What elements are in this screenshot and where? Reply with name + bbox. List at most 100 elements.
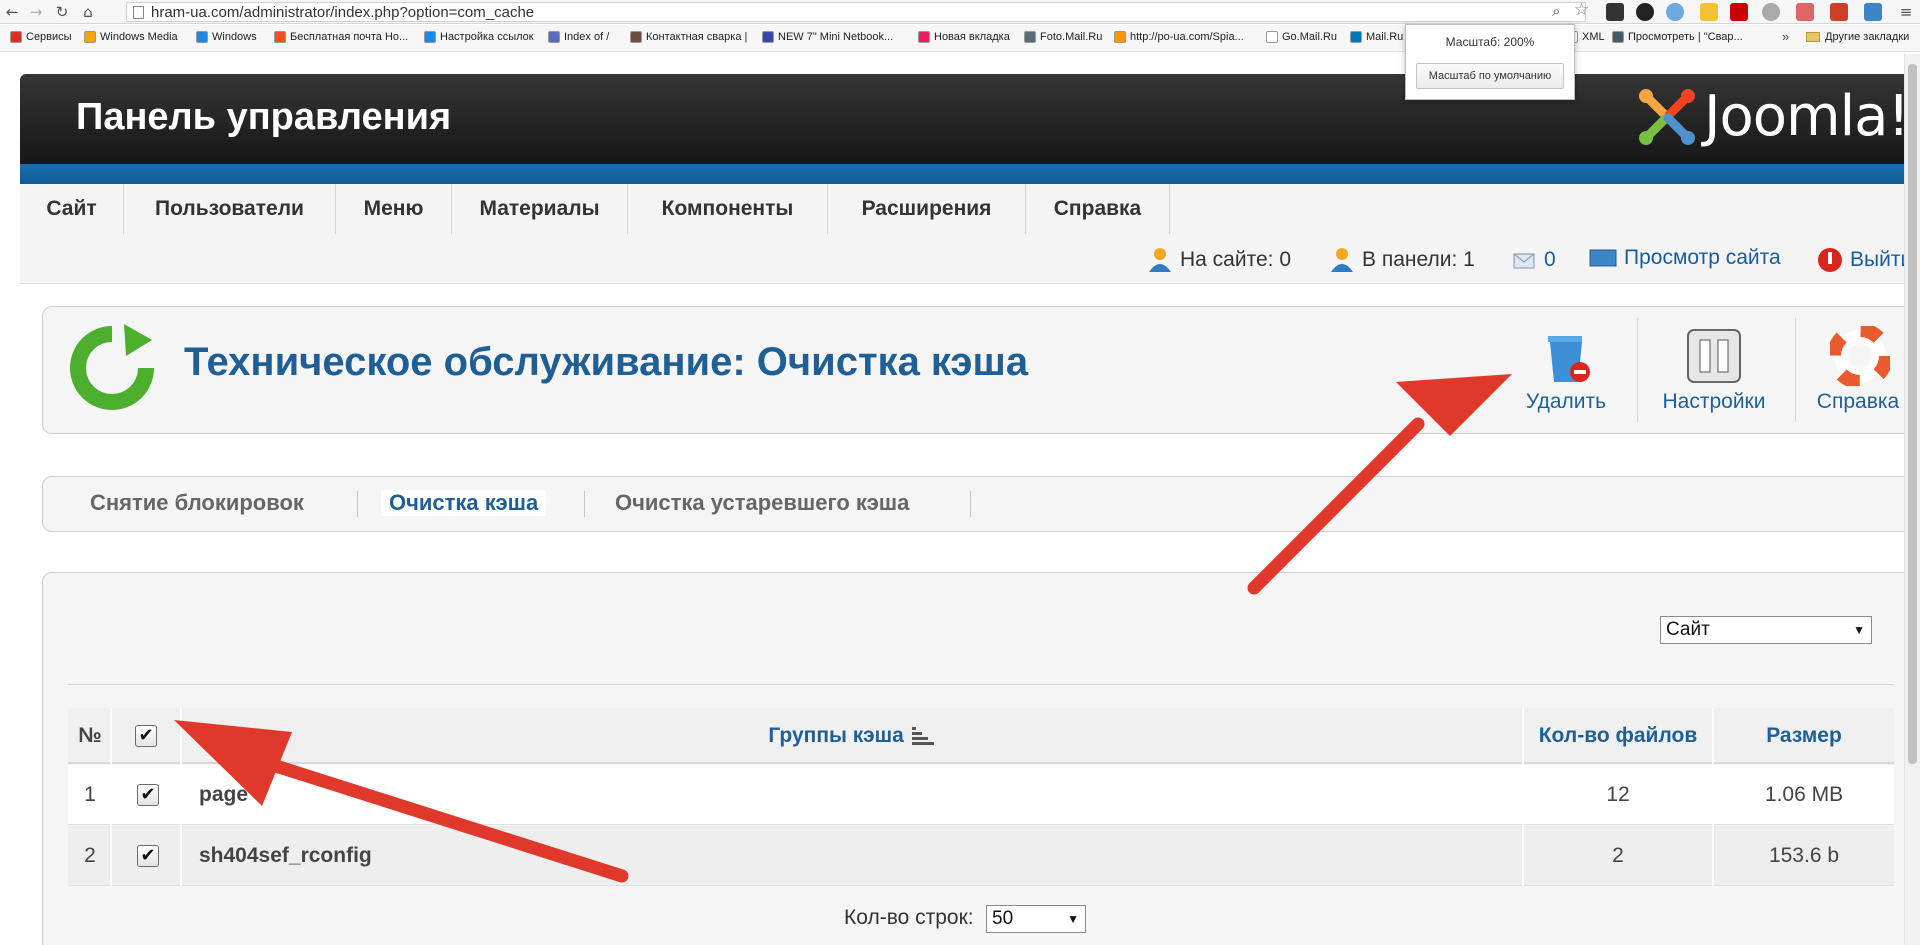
menu-item-site[interactable]: Сайт <box>20 184 124 234</box>
column-header-number: № <box>78 724 102 747</box>
extension-icon[interactable] <box>1864 3 1882 21</box>
bookmark-favicon-icon <box>918 31 930 43</box>
folder-icon <box>1806 32 1820 42</box>
bookmark-item[interactable]: NEW 7" Mini Netbook... <box>762 31 893 43</box>
menu-item-help[interactable]: Справка <box>1026 184 1170 234</box>
refresh-icon <box>70 324 154 410</box>
bookmark-favicon-icon <box>1024 31 1036 43</box>
bookmark-label: Index of / <box>564 31 610 43</box>
column-header-size[interactable]: Размер <box>1714 708 1894 764</box>
tab-clear-cache[interactable]: Очистка кэша <box>381 490 547 516</box>
bookmark-item[interactable]: Контактная сварка | <box>630 31 747 43</box>
menu-icon[interactable]: ≡ <box>1896 2 1916 22</box>
header-stripe <box>20 164 1920 184</box>
zoom-icon[interactable]: ⌕ <box>1552 2 1560 20</box>
help-button[interactable]: Справка <box>1810 320 1906 420</box>
menu-item-components[interactable]: Компоненты <box>628 184 828 234</box>
page-icon <box>133 6 144 19</box>
logout-link[interactable]: Выйти <box>1816 246 1912 274</box>
submenu-divider <box>970 491 971 517</box>
envelope-icon <box>1513 253 1535 269</box>
submenu-divider <box>357 491 358 517</box>
column-divider <box>1522 708 1524 886</box>
menu-item-users[interactable]: Пользователи <box>124 184 336 234</box>
gear-icon[interactable] <box>1636 3 1654 21</box>
admin-user-icon <box>1331 248 1353 272</box>
check-all-checkbox[interactable]: ✔ <box>135 725 157 747</box>
extension-icon[interactable] <box>1700 3 1718 21</box>
settings-button[interactable]: Настройки <box>1654 320 1774 420</box>
delete-button[interactable]: Удалить <box>1512 320 1620 420</box>
column-divider <box>1712 708 1714 886</box>
reset-zoom-button[interactable]: Масштаб по умолчанию <box>1416 63 1564 89</box>
messages-link[interactable]: 0 <box>1510 246 1556 274</box>
page-scrollbar[interactable] <box>1904 54 1920 945</box>
status-bar: На сайте: 0 В панели: 1 0 Просмотр сайта… <box>20 234 1920 284</box>
users-online-label: На сайте: 0 <box>1180 248 1291 271</box>
bookmarks-overflow-button[interactable]: » <box>1782 29 1789 44</box>
menu-item-extensions[interactable]: Расширения <box>828 184 1026 234</box>
bookmark-item[interactable]: Бесплатная почта Ho... <box>274 31 408 43</box>
rows-per-page-value: 50 <box>992 908 1014 929</box>
bookmark-label: Сервисы <box>26 31 72 43</box>
file-count: 2 <box>1612 844 1624 867</box>
column-header-group[interactable]: Группы кэша <box>182 708 1522 764</box>
bookmark-item[interactable]: Сервисы <box>10 31 72 43</box>
row-checkbox[interactable]: ✔ <box>137 845 159 867</box>
scrollbar-thumb[interactable] <box>1908 64 1917 764</box>
browser-window: ← → ↻ ⌂ hram-ua.com/administrator/index.… <box>0 0 1920 945</box>
cache-size: 1.06 MB <box>1764 783 1844 806</box>
extension-icon[interactable] <box>1762 3 1780 21</box>
messages-count: 0 <box>1544 248 1556 271</box>
bookmark-item[interactable]: Windows <box>196 31 257 43</box>
menu-item-content[interactable]: Материалы <box>452 184 628 234</box>
other-bookmarks[interactable]: Другие закладки <box>1806 31 1909 43</box>
address-bar[interactable]: hram-ua.com/administrator/index.php?opti… <box>126 2 1586 22</box>
bookmark-label: Windows Media <box>100 31 178 43</box>
client-select[interactable]: Сайт ▼ <box>1660 616 1872 644</box>
bookmark-favicon-icon <box>1612 31 1624 43</box>
sort-icon <box>911 727 934 745</box>
back-icon[interactable]: ← <box>2 2 22 22</box>
bookmark-item[interactable]: Новая вкладка <box>918 31 1010 43</box>
toolbar-divider <box>1637 318 1638 422</box>
bookmark-item[interactable]: Foto.Mail.Ru <box>1024 31 1102 43</box>
bookmark-label: Mail.Ru <box>1366 31 1404 43</box>
bookmark-item[interactable]: Просмотреть | "Свар... <box>1612 31 1743 43</box>
rows-per-page-select[interactable]: 50 ▼ <box>986 905 1086 933</box>
forward-icon[interactable]: → <box>26 2 46 22</box>
cache-size: 153.6 b <box>1768 844 1840 867</box>
tab-purge-expired[interactable]: Очистка устаревшего кэша <box>615 490 909 516</box>
bookmark-item[interactable]: http://po-ua.com/Spia... <box>1114 31 1244 43</box>
tab-purge-locks[interactable]: Снятие блокировок <box>90 490 304 516</box>
extension-icon[interactable] <box>1796 3 1814 21</box>
bookmark-favicon-icon <box>1266 31 1278 43</box>
column-header-files[interactable]: Кол-во файлов <box>1524 708 1712 764</box>
extension-icon[interactable] <box>1730 3 1748 21</box>
bookmark-favicon-icon <box>762 31 774 43</box>
bookmark-label: Просмотреть | "Свар... <box>1628 31 1743 43</box>
view-site-link[interactable]: Просмотр сайта <box>1588 246 1781 270</box>
bookmark-favicon-icon <box>274 31 286 43</box>
bookmark-item[interactable]: Go.Mail.Ru <box>1266 31 1337 43</box>
extension-icon[interactable] <box>1606 3 1624 21</box>
bookmark-item[interactable]: Index of / <box>548 31 609 43</box>
browser-toolbar: ← → ↻ ⌂ hram-ua.com/administrator/index.… <box>0 0 1920 24</box>
bookmark-label: Go.Mail.Ru <box>1282 31 1338 43</box>
table-row: 2 ✔ sh404sef_rconfig 2 153.6 b <box>68 826 1894 886</box>
bookmark-favicon-icon <box>548 31 560 43</box>
chevron-down-icon: ▼ <box>1853 623 1865 637</box>
bookmark-item[interactable]: Настройка ссылок <box>424 31 534 43</box>
reload-icon[interactable]: ↻ <box>52 2 72 22</box>
row-checkbox[interactable]: ✔ <box>137 784 159 806</box>
extension-icon[interactable] <box>1830 3 1848 21</box>
logout-label: Выйти <box>1850 248 1913 271</box>
bookmark-item[interactable]: Windows Media <box>84 31 178 43</box>
bookmark-item[interactable]: Mail.Ru <box>1350 31 1403 43</box>
submenu <box>42 476 1920 532</box>
bookmark-star-icon[interactable]: ☆ <box>1574 0 1589 20</box>
home-icon[interactable]: ⌂ <box>78 2 98 22</box>
file-count: 12 <box>1606 783 1630 806</box>
menu-item-menus[interactable]: Меню <box>336 184 452 234</box>
extension-icon[interactable] <box>1666 3 1684 21</box>
